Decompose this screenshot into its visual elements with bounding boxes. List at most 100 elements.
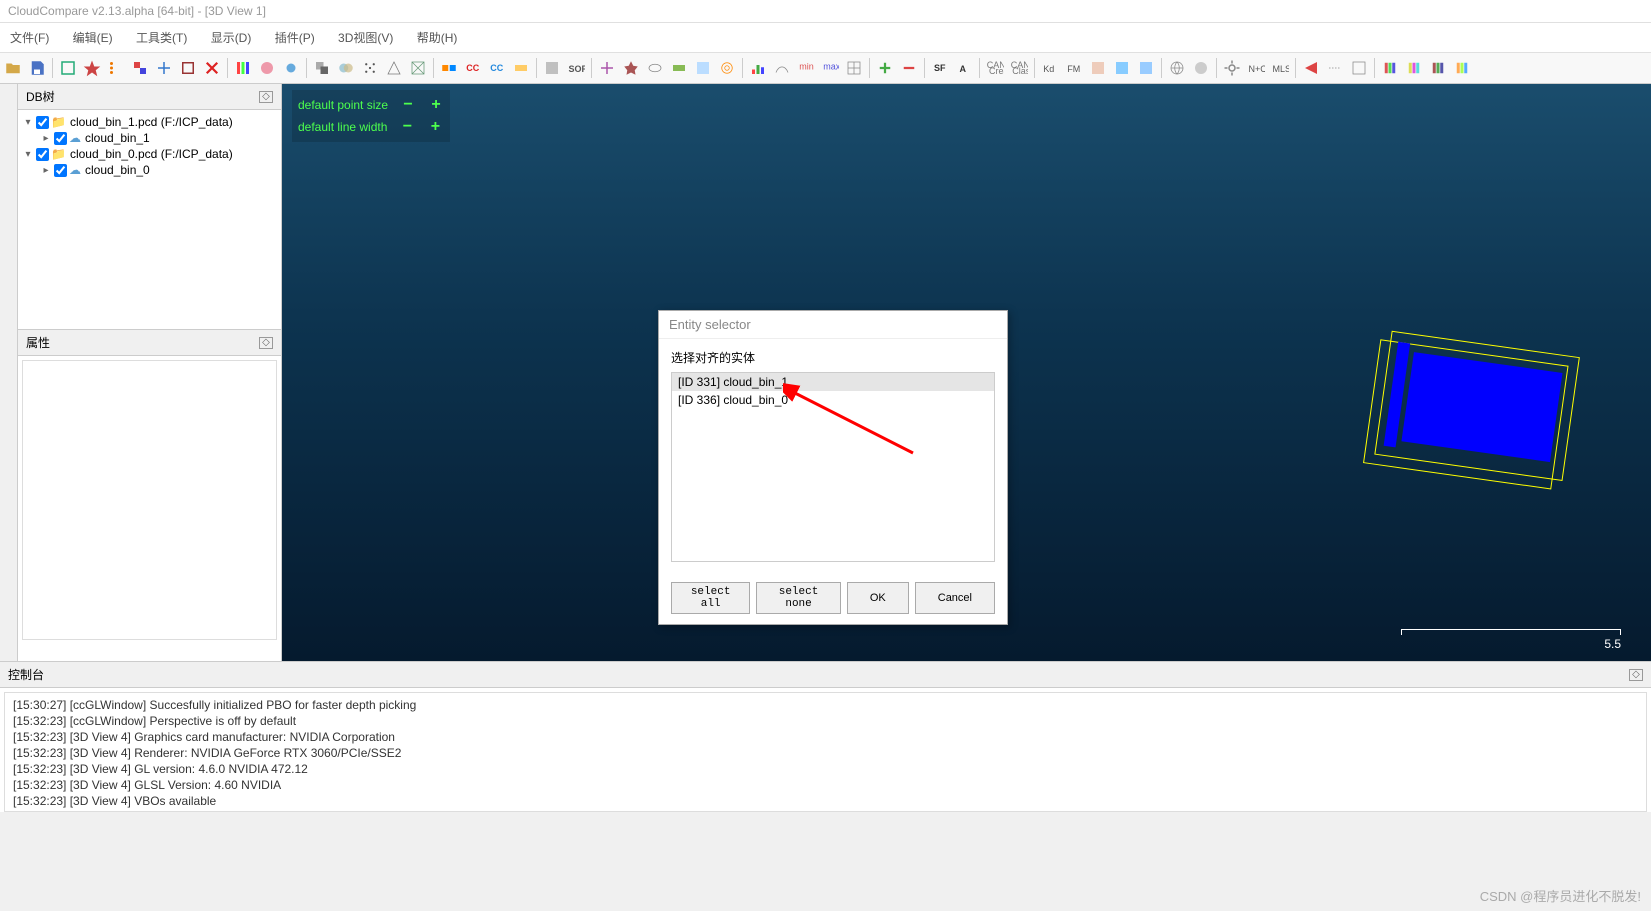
- red-arrow-icon[interactable]: [1300, 57, 1322, 79]
- tree-arrow-icon[interactable]: ▸: [40, 165, 52, 176]
- delaunay-icon[interactable]: [407, 57, 429, 79]
- subsample-icon[interactable]: [359, 57, 381, 79]
- menu-edit[interactable]: 编辑(E): [63, 26, 123, 49]
- sample-mesh-icon[interactable]: [383, 57, 405, 79]
- plugin2-icon[interactable]: [1111, 57, 1133, 79]
- sf-min-icon[interactable]: min: [795, 57, 817, 79]
- tree-content[interactable]: ▾ 📁 cloud_bin_1.pcd (F:/ICP_data)▸ ☁ clo…: [18, 110, 281, 328]
- minus-icon[interactable]: [898, 57, 920, 79]
- clone-icon[interactable]: [311, 57, 333, 79]
- dialog-title: Entity selector: [659, 311, 1007, 339]
- register-icon[interactable]: CC: [462, 57, 484, 79]
- books4-icon[interactable]: [1451, 57, 1473, 79]
- svg-text:MLS: MLS: [1273, 64, 1290, 74]
- view-top-icon[interactable]: [57, 57, 79, 79]
- a-icon[interactable]: A: [953, 57, 975, 79]
- sphere-icon[interactable]: [1190, 57, 1212, 79]
- save-icon[interactable]: [26, 57, 48, 79]
- point-size-plus[interactable]: +: [428, 96, 444, 114]
- nc-icon[interactable]: N+C: [1245, 57, 1267, 79]
- tree-item[interactable]: ▸ ☁ cloud_bin_0: [22, 162, 277, 178]
- canupo-classify-icon[interactable]: CANUPOClassify: [1008, 57, 1030, 79]
- primitive-icon[interactable]: [644, 57, 666, 79]
- scalar-icon[interactable]: [232, 57, 254, 79]
- sf-grid-icon[interactable]: [843, 57, 865, 79]
- contour-icon[interactable]: [716, 57, 738, 79]
- normals-icon[interactable]: [280, 57, 302, 79]
- books3-icon[interactable]: [1427, 57, 1449, 79]
- open-icon[interactable]: [2, 57, 24, 79]
- crop-icon[interactable]: [177, 57, 199, 79]
- menu-3dview[interactable]: 3D视图(V): [328, 26, 403, 49]
- translate-icon[interactable]: [153, 57, 175, 79]
- panel-undock-icon[interactable]: ◇: [259, 337, 273, 349]
- merge-icon[interactable]: [335, 57, 357, 79]
- tree-checkbox[interactable]: [54, 164, 67, 177]
- tree-checkbox[interactable]: [36, 116, 49, 129]
- select-all-button[interactable]: select all: [671, 582, 750, 614]
- cloud-icon: ☁: [69, 131, 81, 145]
- tree-item[interactable]: ▾ 📁 cloud_bin_0.pcd (F:/ICP_data): [22, 146, 277, 162]
- entity-item[interactable]: [ID 336] cloud_bin_0: [672, 391, 994, 409]
- fm-icon[interactable]: FM: [1063, 57, 1085, 79]
- books2-icon[interactable]: [1403, 57, 1425, 79]
- plugin1-icon[interactable]: [1087, 57, 1109, 79]
- tree-checkbox[interactable]: [36, 148, 49, 161]
- console-content[interactable]: [15:30:27] [ccGLWindow] Succesfully init…: [4, 692, 1647, 812]
- kd-icon[interactable]: Kd: [1039, 57, 1061, 79]
- delete-icon[interactable]: [201, 57, 223, 79]
- color-icon[interactable]: [256, 57, 278, 79]
- canupo-create-icon[interactable]: CANUPOCreate: [984, 57, 1006, 79]
- sf-label-icon[interactable]: SF: [929, 57, 951, 79]
- menu-file[interactable]: 文件(F): [0, 26, 59, 49]
- rasterize-icon[interactable]: [692, 57, 714, 79]
- properties-content: [22, 360, 277, 640]
- svg-text:FM: FM: [1067, 64, 1080, 74]
- books1-icon[interactable]: [1379, 57, 1401, 79]
- menu-help[interactable]: 帮助(H): [407, 26, 468, 49]
- unroll-icon[interactable]: [668, 57, 690, 79]
- tree-arrow-icon[interactable]: ▸: [40, 133, 52, 144]
- ok-button[interactable]: OK: [847, 582, 909, 614]
- menu-plugins[interactable]: 插件(P): [265, 26, 325, 49]
- line-width-minus[interactable]: −: [399, 118, 415, 136]
- sf-max-icon[interactable]: max: [819, 57, 841, 79]
- dist-icon[interactable]: CC: [486, 57, 508, 79]
- plus-icon[interactable]: [874, 57, 896, 79]
- plugin3-icon[interactable]: [1135, 57, 1157, 79]
- tree-item[interactable]: ▸ ☁ cloud_bin_1: [22, 130, 277, 146]
- label-icon[interactable]: [510, 57, 532, 79]
- menu-display[interactable]: 显示(D): [201, 26, 262, 49]
- select-none-button[interactable]: select none: [756, 582, 841, 614]
- mls-icon[interactable]: MLS: [1269, 57, 1291, 79]
- point-size-minus[interactable]: −: [400, 96, 416, 114]
- cloud-icon: ☁: [69, 163, 81, 177]
- gear-icon[interactable]: [1221, 57, 1243, 79]
- segment-icon[interactable]: [129, 57, 151, 79]
- sor-icon[interactable]: SOR: [565, 57, 587, 79]
- line-width-plus[interactable]: +: [427, 118, 443, 136]
- tree-arrow-icon[interactable]: ▾: [22, 149, 34, 160]
- tree-item[interactable]: ▾ 📁 cloud_bin_1.pcd (F:/ICP_data): [22, 114, 277, 130]
- point-list-icon[interactable]: [105, 57, 127, 79]
- console-panel: 控制台 ◇ [15:30:27] [ccGLWindow] Succesfull…: [0, 661, 1651, 812]
- globe-icon[interactable]: [1166, 57, 1188, 79]
- console-line: [15:32:23] [3D View 4] VBOs available: [13, 793, 1638, 809]
- tree-arrow-icon[interactable]: ▾: [22, 117, 34, 128]
- histogram-icon[interactable]: [747, 57, 769, 79]
- entity-item[interactable]: [ID 331] cloud_bin_1: [672, 373, 994, 391]
- dashed-icon[interactable]: [1324, 57, 1346, 79]
- fit-plane-icon[interactable]: [620, 57, 642, 79]
- filter-icon[interactable]: [541, 57, 563, 79]
- stats-icon[interactable]: [771, 57, 793, 79]
- menu-tools[interactable]: 工具类(T): [126, 26, 197, 49]
- panel-undock-icon[interactable]: ◇: [259, 91, 273, 103]
- slice-icon[interactable]: [1348, 57, 1370, 79]
- cross-section-icon[interactable]: [596, 57, 618, 79]
- pick-icon[interactable]: [81, 57, 103, 79]
- align-icon[interactable]: [438, 57, 460, 79]
- entity-list[interactable]: [ID 331] cloud_bin_1[ID 336] cloud_bin_0: [671, 372, 995, 562]
- cancel-button[interactable]: Cancel: [915, 582, 995, 614]
- tree-checkbox[interactable]: [54, 132, 67, 145]
- panel-undock-icon[interactable]: ◇: [1629, 669, 1643, 681]
